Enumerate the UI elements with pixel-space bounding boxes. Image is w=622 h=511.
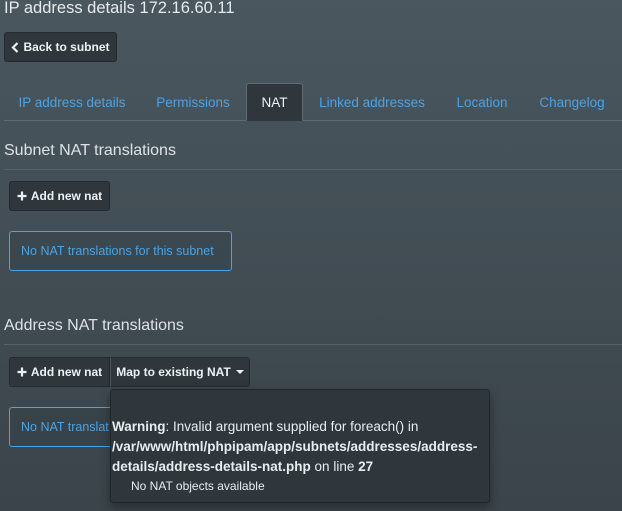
warning-label: Warning: [112, 419, 166, 434]
subnet-nat-empty-alert: No NAT translations for this subnet: [9, 231, 232, 271]
tab-nat[interactable]: NAT: [246, 83, 303, 121]
warning-text: : Invalid argument supplied for foreach(…: [165, 419, 419, 434]
address-nat-button-group: Add new nat Map to existing NAT: [9, 357, 250, 387]
tab-bar: IP address details Permissions NAT Linke…: [0, 83, 622, 121]
plus-icon: [17, 191, 27, 201]
address-nat-empty-alert: No NAT translat: [9, 407, 119, 447]
address-nat-empty-message: No NAT translat: [21, 420, 109, 434]
tab-changelog[interactable]: Changelog: [530, 83, 614, 121]
address-nat-title: Address NAT translations: [4, 317, 184, 334]
address-add-nat-button[interactable]: Add new nat: [9, 357, 110, 387]
address-add-nat-label: Add new nat: [30, 365, 103, 379]
chevron-left-icon: [11, 41, 19, 53]
tab-ip-address-details[interactable]: IP address details: [8, 83, 136, 121]
warning-on-line: on line: [310, 459, 359, 474]
back-to-subnet-label: Back to subnet: [23, 40, 110, 54]
tab-linked-addresses[interactable]: Linked addresses: [310, 83, 434, 121]
php-warning-message: Warning: Invalid argument supplied for f…: [112, 417, 488, 477]
map-nat-dropdown-menu: Warning: Invalid argument supplied for f…: [110, 389, 490, 503]
map-to-existing-nat-button[interactable]: Map to existing NAT: [110, 357, 250, 387]
page-title: IP address details 172.16.60.11: [4, 0, 235, 17]
warning-path: /var/www/html/phpipam/app/subnets/addres…: [112, 439, 478, 474]
tab-permissions[interactable]: Permissions: [144, 83, 242, 121]
plus-icon: [17, 367, 27, 377]
subnet-nat-title: Subnet NAT translations: [4, 142, 176, 159]
subnet-nat-divider: [4, 169, 622, 170]
map-to-existing-nat-label: Map to existing NAT: [116, 365, 231, 379]
warning-line-number: 27: [358, 459, 374, 474]
address-nat-divider: [4, 344, 622, 345]
back-to-subnet-button[interactable]: Back to subnet: [4, 32, 117, 62]
tab-location[interactable]: Location: [445, 83, 519, 121]
caret-down-icon: [235, 370, 244, 374]
subnet-nat-empty-message: No NAT translations for this subnet: [21, 244, 214, 258]
subnet-add-nat-label: Add new nat: [30, 189, 103, 203]
dropdown-item-no-nat-objects[interactable]: No NAT objects available: [131, 479, 265, 493]
tabs-divider: [4, 120, 622, 121]
subnet-add-nat-button[interactable]: Add new nat: [9, 181, 110, 211]
